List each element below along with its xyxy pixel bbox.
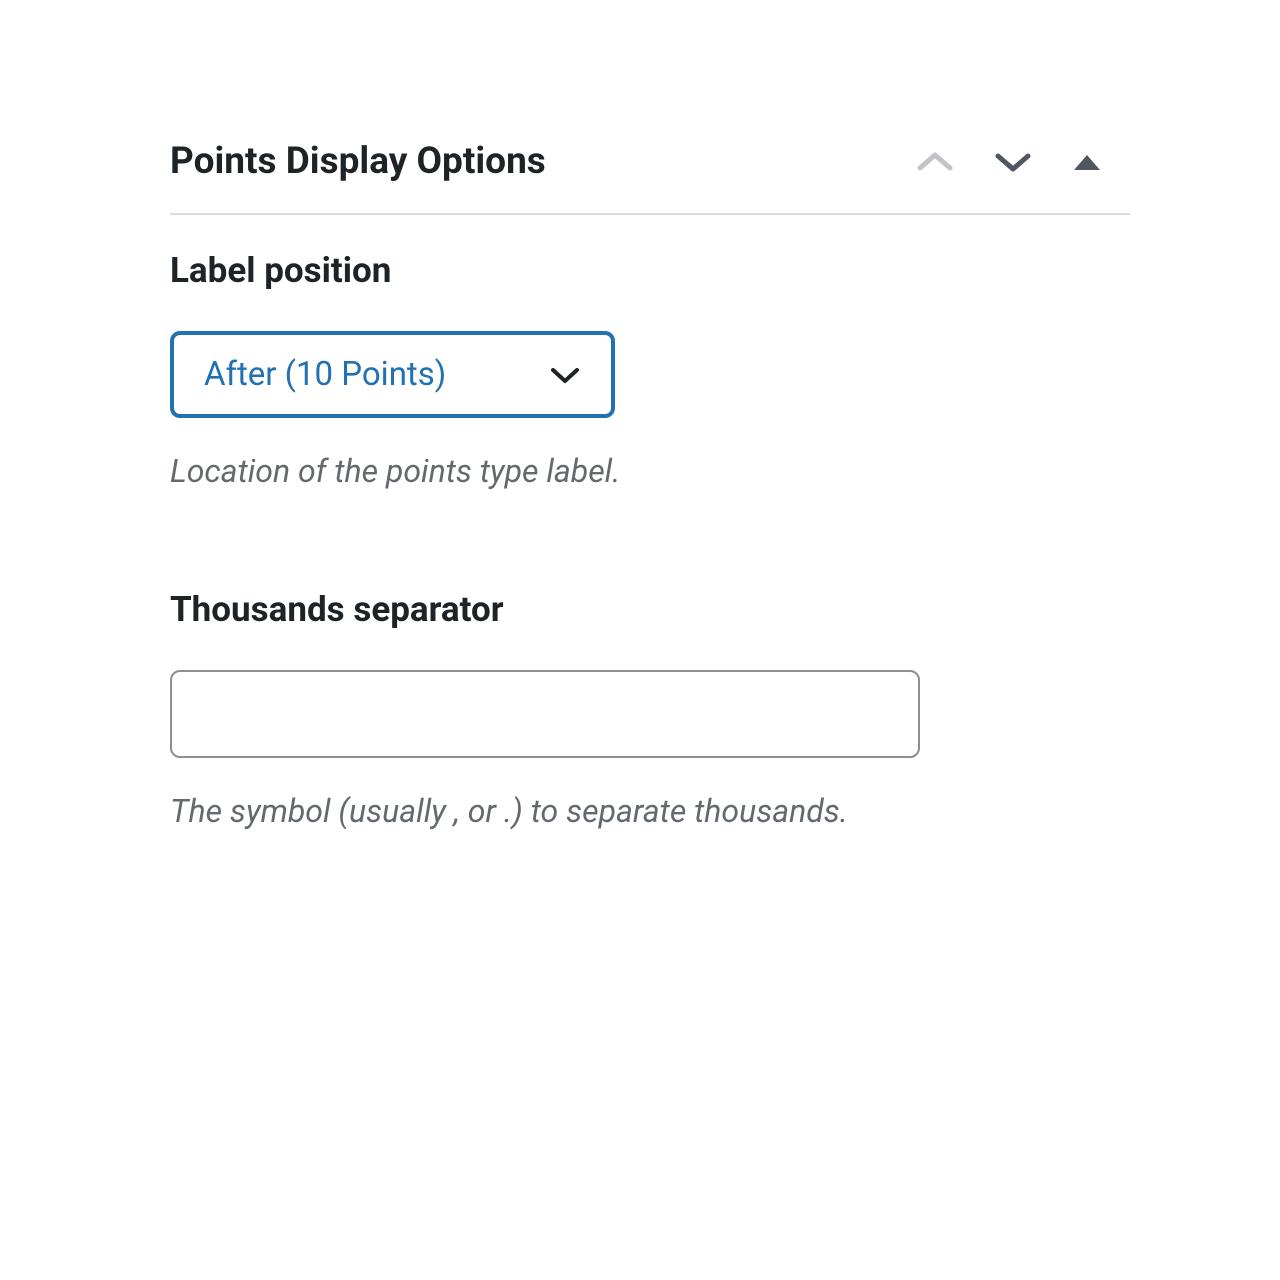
panel-header: Points Display Options bbox=[170, 140, 1130, 215]
panel-controls bbox=[916, 151, 1102, 173]
panel-title: Points Display Options bbox=[170, 140, 546, 183]
label-position-field: Label position After (10 Points) Locatio… bbox=[170, 250, 1130, 494]
thousands-separator-description: The symbol (usually , or .) to separate … bbox=[170, 788, 1130, 834]
thousands-separator-field: Thousands separator The symbol (usually … bbox=[170, 589, 1130, 834]
label-position-label: Label position bbox=[170, 250, 1130, 291]
collapse-icon[interactable] bbox=[1072, 153, 1102, 171]
chevron-down-icon bbox=[549, 365, 581, 385]
move-up-icon[interactable] bbox=[916, 151, 954, 173]
label-position-value: After (10 Points) bbox=[204, 355, 446, 394]
label-position-select[interactable]: After (10 Points) bbox=[170, 331, 615, 418]
label-position-description: Location of the points type label. bbox=[170, 448, 1130, 494]
thousands-separator-input[interactable] bbox=[170, 670, 920, 758]
thousands-separator-label: Thousands separator bbox=[170, 589, 1130, 630]
move-down-icon[interactable] bbox=[994, 151, 1032, 173]
label-position-select-wrapper: After (10 Points) bbox=[170, 331, 615, 418]
